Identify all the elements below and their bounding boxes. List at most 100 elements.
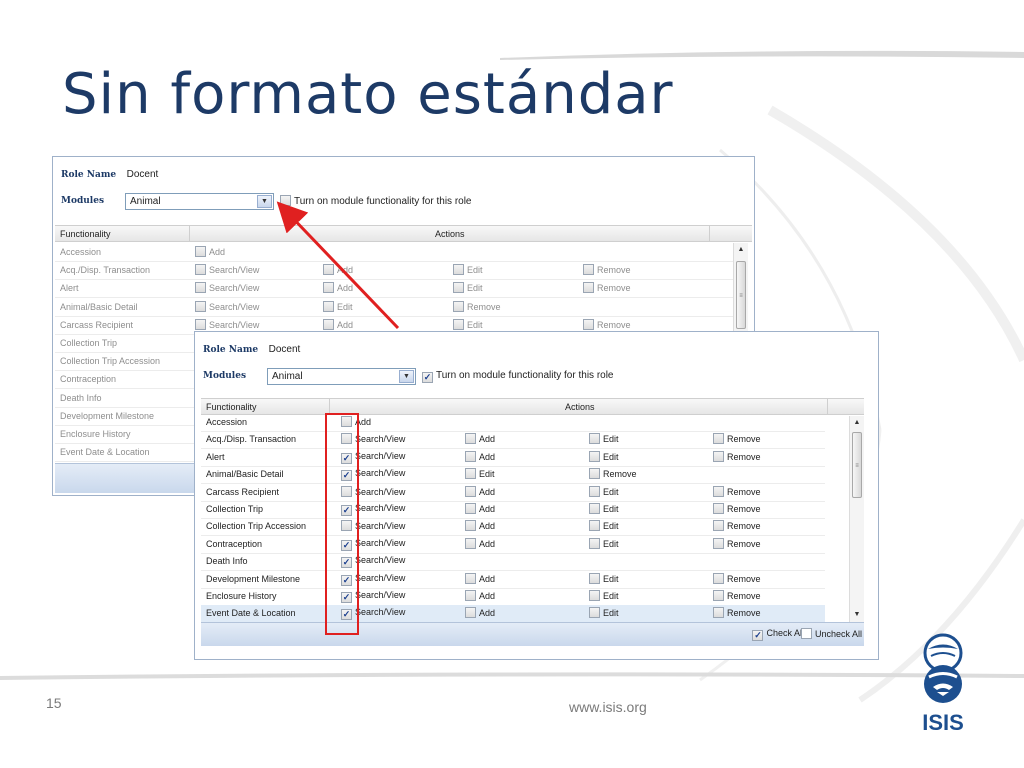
scroll-up-icon[interactable]: ▲ — [850, 416, 864, 430]
action-checkbox[interactable] — [195, 246, 206, 257]
action-item[interactable]: Add — [195, 246, 225, 257]
action-item[interactable]: Remove — [713, 607, 761, 619]
scroll-thumb[interactable]: ≡ — [736, 261, 746, 329]
action-item[interactable]: Edit — [589, 607, 619, 619]
scroll-thumb[interactable]: ≡ — [852, 432, 862, 498]
action-checkbox[interactable] — [465, 450, 476, 462]
action-checkbox[interactable] — [453, 282, 464, 294]
action-item[interactable]: Add — [323, 318, 353, 330]
action-checkbox[interactable] — [713, 450, 724, 462]
action-checkbox[interactable] — [465, 503, 476, 514]
action-item[interactable]: Search/View — [195, 300, 259, 312]
action-item[interactable]: Remove — [583, 264, 631, 276]
action-item[interactable]: Edit — [589, 590, 619, 601]
uncheck-all-checkbox[interactable] — [800, 628, 812, 639]
action-checkbox[interactable] — [323, 282, 334, 294]
action-item[interactable]: Add — [465, 590, 495, 601]
uncheck-all-control[interactable]: Uncheck All — [800, 628, 862, 639]
action-item[interactable]: Edit — [589, 572, 619, 584]
chevron-down-icon[interactable]: ▼ — [257, 195, 272, 208]
action-checkbox[interactable] — [583, 282, 594, 294]
action-item[interactable]: Add — [465, 450, 495, 462]
action-item[interactable]: Edit — [589, 450, 619, 462]
check-all-checkbox[interactable]: ✓ — [752, 630, 764, 641]
action-checkbox[interactable] — [713, 572, 724, 584]
action-checkbox[interactable] — [453, 264, 464, 276]
action-item[interactable]: Edit — [589, 503, 619, 514]
action-checkbox[interactable] — [713, 590, 724, 601]
action-checkbox[interactable] — [195, 300, 206, 312]
action-item[interactable]: Add — [465, 485, 495, 497]
action-checkbox[interactable] — [195, 318, 206, 330]
action-item[interactable]: Edit — [453, 264, 483, 276]
action-checkbox[interactable] — [713, 433, 724, 445]
action-item[interactable]: Remove — [713, 503, 761, 514]
action-item[interactable]: Edit — [323, 300, 353, 312]
action-checkbox[interactable] — [713, 520, 724, 532]
action-checkbox[interactable] — [589, 503, 600, 514]
chevron-down-icon[interactable]: ▼ — [399, 370, 414, 383]
action-checkbox[interactable] — [583, 318, 594, 330]
action-item[interactable]: Edit — [589, 433, 619, 445]
action-item[interactable]: Edit — [453, 282, 483, 294]
turn-on-checkbox[interactable] — [280, 195, 291, 206]
action-checkbox[interactable] — [465, 590, 476, 601]
action-checkbox[interactable] — [713, 503, 724, 514]
action-checkbox[interactable] — [465, 433, 476, 445]
action-checkbox[interactable] — [465, 607, 476, 619]
action-checkbox[interactable] — [589, 572, 600, 584]
action-item[interactable]: Edit — [465, 468, 495, 480]
action-item[interactable]: Remove — [589, 468, 637, 480]
action-item[interactable]: Add — [465, 520, 495, 532]
action-checkbox[interactable] — [589, 433, 600, 445]
turn-on-checkbox[interactable]: ✓ — [422, 372, 433, 383]
action-checkbox[interactable] — [323, 318, 334, 330]
action-checkbox[interactable] — [589, 590, 600, 601]
action-checkbox[interactable] — [465, 537, 476, 549]
action-checkbox[interactable] — [453, 318, 464, 330]
action-checkbox[interactable] — [465, 485, 476, 497]
action-checkbox[interactable] — [195, 282, 206, 294]
scroll-up-icon[interactable]: ▲ — [734, 243, 748, 257]
turn-on-module-toggle[interactable]: ✓ Turn on module functionality for this r… — [422, 370, 614, 383]
action-checkbox[interactable] — [465, 468, 476, 480]
action-item[interactable]: Edit — [589, 537, 619, 549]
action-item[interactable]: Edit — [453, 318, 483, 330]
action-checkbox[interactable] — [465, 572, 476, 584]
action-checkbox[interactable] — [589, 537, 600, 549]
check-all-control[interactable]: ✓ Check All — [752, 628, 804, 641]
turn-on-module-toggle[interactable]: Turn on module functionality for this ro… — [280, 195, 472, 207]
action-item[interactable]: Remove — [713, 590, 761, 601]
action-item[interactable]: Remove — [453, 300, 501, 312]
modules-select[interactable]: Animal ▼ — [125, 193, 274, 210]
action-checkbox[interactable] — [453, 300, 464, 312]
action-item[interactable]: Add — [323, 282, 353, 294]
action-item[interactable]: Add — [465, 537, 495, 549]
vertical-scrollbar[interactable]: ▲ ≡ ▼ — [849, 416, 864, 622]
action-item[interactable]: Remove — [713, 520, 761, 532]
action-item[interactable]: Search/View — [195, 282, 259, 294]
action-item[interactable]: Remove — [713, 537, 761, 549]
modules-select[interactable]: Animal ▼ — [267, 368, 416, 385]
action-item[interactable]: Add — [323, 264, 353, 276]
action-checkbox[interactable] — [589, 468, 600, 480]
action-checkbox[interactable] — [589, 485, 600, 497]
action-item[interactable]: Remove — [713, 485, 761, 497]
action-checkbox[interactable] — [713, 485, 724, 497]
action-item[interactable]: Edit — [589, 520, 619, 532]
action-item[interactable]: Add — [465, 607, 495, 619]
action-item[interactable]: Remove — [713, 450, 761, 462]
action-checkbox[interactable] — [713, 537, 724, 549]
action-item[interactable]: Remove — [713, 572, 761, 584]
action-item[interactable]: Search/View — [195, 264, 259, 276]
action-item[interactable]: Remove — [583, 282, 631, 294]
action-checkbox[interactable] — [323, 264, 334, 276]
action-checkbox[interactable] — [195, 264, 206, 276]
action-item[interactable]: Add — [465, 433, 495, 445]
action-item[interactable]: Search/View — [195, 318, 259, 330]
action-item[interactable]: Add — [465, 503, 495, 514]
action-checkbox[interactable] — [323, 300, 334, 312]
action-item[interactable]: Remove — [583, 318, 631, 330]
action-item[interactable]: Add — [465, 572, 495, 584]
action-checkbox[interactable] — [589, 520, 600, 532]
